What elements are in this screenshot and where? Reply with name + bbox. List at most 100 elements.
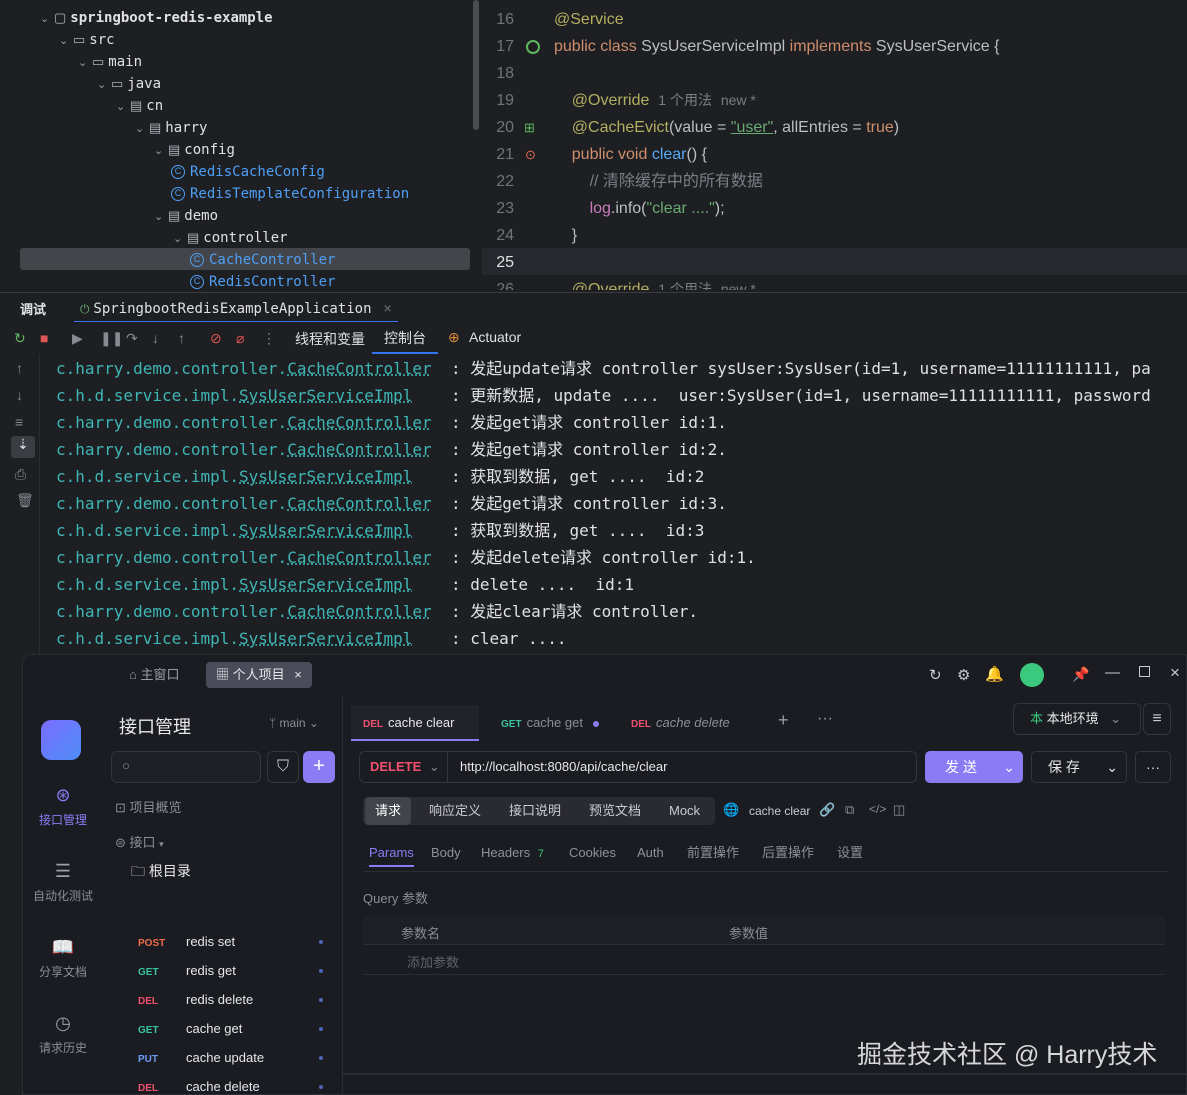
logger-class-link[interactable]: CacheController [287,413,432,432]
method-select[interactable]: DELETE ⌄ [359,751,447,783]
soft-wrap-icon[interactable]: ≡ [15,414,23,430]
expand-chevron-icon[interactable]: ⌄ [97,74,111,96]
expand-chevron-icon[interactable]: ⌄ [40,8,54,30]
step-out-icon[interactable]: ↑ [178,330,185,346]
add-param-row[interactable]: 添加参数 [363,945,1165,975]
minimize-icon[interactable]: — [1105,664,1120,681]
expand-chevron-icon[interactable]: ⌄ [154,206,168,228]
filter-button[interactable]: ⛉ [267,751,299,783]
tree-item[interactable]: ⌄ ▤ config [154,138,235,160]
author-hint[interactable]: new * [721,92,756,108]
branch-selector[interactable]: ᛘ main ⌄ [269,716,319,730]
send-button[interactable]: 发 送 ⌄ [925,751,1023,783]
chevron-down-icon[interactable]: ⌄ [1106,752,1118,782]
expand-chevron-icon[interactable]: ⌄ [116,96,130,118]
bean-gutter-icon[interactable]: ⊞ [524,120,535,135]
pin-icon[interactable]: 📌 [1072,666,1089,683]
logger-class-link[interactable]: CacheController [287,602,432,621]
tab-settings[interactable]: 设置 [837,839,863,867]
tree-item[interactable]: ⌄ ▤ controller [173,226,288,248]
expand-chevron-icon[interactable]: ⌄ [173,228,187,250]
api-list-item[interactable]: POST redis set [113,927,335,956]
api-list-item[interactable]: DEL redis delete [113,985,335,1014]
tree-item[interactable]: C CacheController [190,248,335,270]
expand-chevron-icon[interactable]: ⌄ [135,118,149,140]
rail-item[interactable]: ◷ 请求历史 [23,1013,103,1056]
save-button[interactable]: 保 存 ⌄ [1031,751,1127,783]
resume-icon[interactable]: ▶ [72,330,83,347]
link-icon[interactable]: 🔗 [819,802,835,818]
sidebar-item-overview[interactable]: ⊡ 项目概览 [113,793,335,822]
trash-icon[interactable]: 🗑 [16,492,34,509]
tree-item[interactable]: C RedisTemplateConfiguration [171,182,409,204]
api-list-item[interactable]: DEL cache delete [113,1072,335,1094]
sidebar-item-interfaces[interactable]: ⊜ 接口 ▾ [113,828,335,857]
step-over-icon[interactable]: ↷ [126,330,138,347]
tree-scrollbar[interactable] [473,0,479,130]
implementation-gutter-icon[interactable] [526,39,540,54]
stop-icon[interactable]: ■ [40,330,48,346]
sub-tab[interactable]: 预览文档 [579,797,651,825]
tab-post-processors[interactable]: 后置操作 [762,839,814,867]
tab-params[interactable]: Params [369,839,414,867]
tab-auth[interactable]: Auth [637,839,664,867]
mute-breakpoints-icon[interactable]: ⌀ [236,330,244,347]
copy-icon[interactable]: ⧉ [845,802,854,818]
pause-icon[interactable]: ❚❚ [100,330,123,347]
logger-class-link[interactable]: CacheController [287,494,432,513]
sub-tab[interactable]: 响应定义 [419,797,491,825]
close-icon[interactable]: × [294,667,302,682]
close-window-icon[interactable]: × [1170,663,1180,683]
url-input[interactable]: http://localhost:8080/api/cache/clear [447,751,917,783]
code-icon[interactable]: </> [869,802,886,816]
bell-icon[interactable]: 🔔 [985,665,1004,683]
logger-class-link[interactable]: SysUserServiceImpl [239,575,412,594]
tab-pre-processors[interactable]: 前置操作 [687,839,739,867]
run-config-tab[interactable]: ⏻ SpringbootRedisExampleApplication × [74,293,398,323]
scroll-to-end-icon[interactable]: ⇣ [11,436,35,458]
tree-item[interactable]: ⌄ ▤ demo [154,204,218,226]
request-tab[interactable]: DEL cache clear [351,705,479,741]
chevron-down-icon[interactable]: ⌄ [1003,751,1015,783]
logger-class-link[interactable]: SysUserServiceImpl [239,521,412,540]
usage-hint[interactable]: 1 个用法 [658,92,712,108]
logger-class-link[interactable]: CacheController [287,359,432,378]
more-actions-button[interactable]: ··· [1135,751,1171,783]
request-tab[interactable]: GET cache get [489,705,611,741]
sub-tab[interactable]: 接口说明 [499,797,571,825]
rail-item[interactable]: 📖 分享文档 [23,937,103,980]
home-tab[interactable]: ⌂ 主窗口 [119,662,190,688]
tab-actuator[interactable]: Actuator [469,329,521,345]
more-tabs-icon[interactable]: ··· [817,710,833,728]
step-into-icon[interactable]: ↓ [152,330,159,346]
sidebar-item-root[interactable]: 🗀 根目录 [113,857,335,886]
api-list-item[interactable]: GET redis get [113,956,335,985]
request-tab[interactable]: DEL cache delete [619,705,742,741]
project-tab[interactable]: ▦ 个人项目 × [206,662,312,688]
logger-class-link[interactable]: CacheController [287,440,432,459]
add-button[interactable]: + [303,751,335,783]
tree-item[interactable]: ⌄ ▭ src [59,28,115,50]
author-hint[interactable]: new * [721,281,756,290]
tab-console[interactable]: 控制台 [372,322,438,354]
scroll-down-icon[interactable]: ↓ [16,387,23,403]
refresh-icon[interactable]: ↻ [929,666,942,684]
logger-class-link[interactable]: SysUserServiceImpl [239,467,412,486]
logger-class-link[interactable]: SysUserServiceImpl [239,386,412,405]
override-gutter-icon[interactable]: ⊙ [525,147,536,162]
breakpoints-icon[interactable]: ⊘ [210,330,222,347]
maximize-icon[interactable] [1139,666,1150,677]
tree-item[interactable]: ⌄ ▤ cn [116,94,163,116]
close-icon[interactable]: × [383,300,391,316]
tree-item[interactable]: ⌄ ▤ harry [135,116,207,138]
tree-item[interactable]: C RedisController [190,270,335,290]
api-list-item[interactable]: GET cache get [113,1014,335,1043]
gear-icon[interactable]: ⚙ [957,666,970,684]
console-output[interactable]: c.harry.demo.controller.CacheController … [40,354,1187,654]
panel-icon[interactable]: ◫ [893,802,905,818]
tree-item[interactable]: C RedisCacheConfig [171,160,325,182]
tree-item[interactable]: ⌄ ▭ main [78,50,142,72]
print-icon[interactable]: ⎙ [15,466,26,483]
expand-chevron-icon[interactable]: ⌄ [154,140,168,162]
tab-body[interactable]: Body [431,839,461,867]
